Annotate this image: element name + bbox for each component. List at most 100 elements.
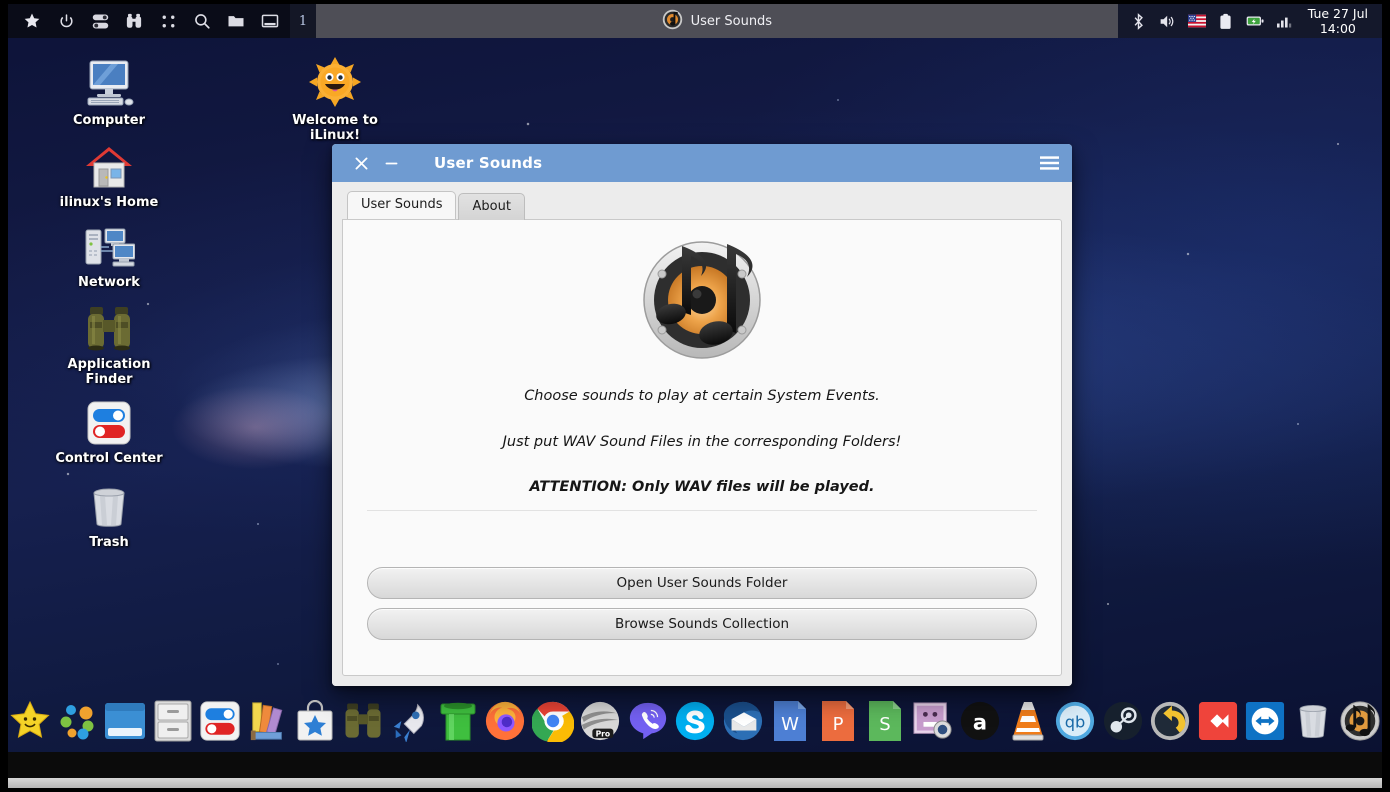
dock-bottom-strip — [8, 778, 1382, 788]
network-signal-icon[interactable] — [1275, 12, 1293, 30]
tab-panel-user-sounds: Choose sounds to play at certain System … — [342, 219, 1062, 676]
dock-item-star[interactable] — [8, 698, 52, 744]
dock-item-user-sounds[interactable] — [1339, 698, 1383, 744]
hamburger-menu-icon[interactable] — [1032, 144, 1066, 182]
desktop-icon-label: Computer — [72, 113, 146, 128]
panel-launcher-group — [8, 4, 290, 38]
desktop-icon-label: Control Center — [55, 451, 163, 466]
task-button-label: User Sounds — [690, 13, 773, 29]
desktop-icon-app-finder[interactable]: Application Finder — [54, 300, 164, 387]
svg-text:a: a — [973, 711, 987, 735]
desktop-icon-trash[interactable]: Trash — [54, 478, 164, 550]
volume-icon[interactable] — [1159, 12, 1177, 30]
tab-about[interactable]: About — [458, 193, 525, 220]
dock-item-trash[interactable] — [1291, 698, 1335, 744]
system-tray: Tue 27 Jul 14:00 — [1117, 4, 1382, 38]
bluetooth-icon[interactable] — [1130, 12, 1148, 30]
dock-item-image-viewer[interactable] — [911, 698, 955, 744]
dock-item-viber[interactable] — [626, 698, 670, 744]
folder-icon[interactable] — [226, 11, 246, 31]
dock-item-amazon[interactable]: a — [959, 698, 1003, 744]
grid-dots-icon[interactable] — [158, 11, 178, 31]
computer-icon — [54, 56, 164, 108]
window-title: User Sounds — [434, 154, 543, 172]
window-body: User Sounds About Choose sounds to play … — [332, 182, 1072, 686]
dock-item-app-finder[interactable] — [341, 698, 385, 744]
desktop-icon-network[interactable]: Network — [54, 218, 164, 290]
clock[interactable]: Tue 27 Jul 14:00 — [1304, 6, 1372, 36]
dock-item-control-center[interactable] — [199, 698, 243, 744]
dock-item-restore[interactable] — [1149, 698, 1193, 744]
trash-icon — [54, 478, 164, 530]
star-icon[interactable] — [22, 11, 42, 31]
dock-item-launcher[interactable] — [389, 698, 433, 744]
tab-user-sounds[interactable]: User Sounds — [347, 191, 457, 219]
network-icon — [54, 218, 164, 270]
dock-item-software-store[interactable] — [294, 698, 338, 744]
settings-toggles-icon[interactable] — [90, 11, 110, 31]
window-icon[interactable] — [260, 11, 280, 31]
dock-item-menu[interactable] — [56, 698, 100, 744]
control-center-icon — [54, 394, 164, 446]
dock-item-vlc[interactable] — [1006, 698, 1050, 744]
task-button-user-sounds[interactable]: User Sounds — [662, 9, 772, 34]
dock-item-steam[interactable] — [1101, 698, 1145, 744]
dock-item-theme-tool[interactable] — [246, 698, 290, 744]
desktop-icon-welcome[interactable]: Welcome to iLinux! — [280, 56, 390, 143]
user-sounds-logo-icon — [643, 241, 761, 359]
dock-item-qbittorrent[interactable]: qb — [1054, 698, 1098, 744]
dock-item-file-manager[interactable] — [151, 698, 195, 744]
svg-text:Pro: Pro — [596, 729, 611, 738]
top-panel: 1 User Sounds Tue 27 Jul 14:00 — [8, 4, 1382, 38]
svg-text:qb: qb — [1065, 713, 1086, 732]
dock-item-calc[interactable]: S — [864, 698, 908, 744]
binoculars-icon[interactable] — [124, 11, 144, 31]
browse-sounds-collection-button[interactable]: Browse Sounds Collection — [366, 608, 1038, 640]
workspace-indicator[interactable]: 1 — [290, 4, 316, 38]
message-line-3: ATTENTION: Only WAV files will be played… — [529, 479, 875, 495]
close-icon[interactable] — [346, 144, 376, 182]
desktop-icon-label-line1: Application — [67, 357, 151, 372]
desktop-icon-label: Trash — [89, 535, 129, 550]
dock-item-pipe-app[interactable] — [436, 698, 480, 744]
dock-item-impress[interactable]: P — [816, 698, 860, 744]
tab-bar: User Sounds About — [342, 190, 1062, 220]
desktop-icon-home[interactable]: ilinux's Home — [54, 138, 164, 210]
message-line-2: Just put WAV Sound Files in the correspo… — [502, 434, 902, 450]
desktop-icon-label-line2: iLinux! — [309, 128, 361, 143]
open-user-sounds-folder-button[interactable]: Open User Sounds Folder — [366, 567, 1038, 599]
power-icon[interactable] — [56, 11, 76, 31]
dock-item-window-manager[interactable] — [104, 698, 148, 744]
desktop-icon-control-center[interactable]: Control Center — [54, 394, 164, 466]
desktop-icon-label-line1: Welcome to — [292, 113, 378, 128]
dock-item-skype[interactable] — [674, 698, 718, 744]
minimize-icon[interactable] — [376, 144, 406, 182]
search-icon[interactable] — [192, 11, 212, 31]
svg-text:W: W — [781, 714, 799, 735]
desktop-icon-label: Network — [78, 275, 140, 290]
user-sounds-icon — [662, 9, 683, 34]
clipboard-icon[interactable] — [1217, 12, 1235, 30]
dock-item-thunderbird[interactable] — [721, 698, 765, 744]
dock-item-anydesk[interactable] — [1196, 698, 1240, 744]
svg-text:S: S — [880, 714, 891, 735]
message-line-1: Choose sounds to play at certain System … — [524, 388, 880, 404]
dock-item-opera[interactable]: Pro — [579, 698, 623, 744]
desktop-icon-computer[interactable]: Computer — [54, 56, 164, 128]
dock: Pro W P S a qb — [8, 690, 1382, 752]
desktop-area: 1 User Sounds Tue 27 Jul 14:00 Computer … — [8, 4, 1382, 788]
flag-us-icon[interactable] — [1187, 12, 1206, 30]
screen: 1 User Sounds Tue 27 Jul 14:00 Computer … — [0, 0, 1390, 792]
clock-time: 14:00 — [1319, 21, 1356, 36]
sun-smile-icon — [280, 56, 390, 108]
window-titlebar: User Sounds — [332, 144, 1072, 182]
dock-item-firefox[interactable] — [484, 698, 528, 744]
dock-item-chrome[interactable] — [531, 698, 575, 744]
dock-item-writer[interactable]: W — [769, 698, 813, 744]
dock-item-teamviewer[interactable] — [1244, 698, 1288, 744]
user-sounds-window: User Sounds User Sounds About Choose sou… — [332, 144, 1072, 686]
home-icon — [54, 138, 164, 190]
desktop-icon-label: ilinux's Home — [59, 195, 159, 210]
battery-icon[interactable] — [1246, 12, 1264, 30]
divider — [366, 510, 1038, 511]
